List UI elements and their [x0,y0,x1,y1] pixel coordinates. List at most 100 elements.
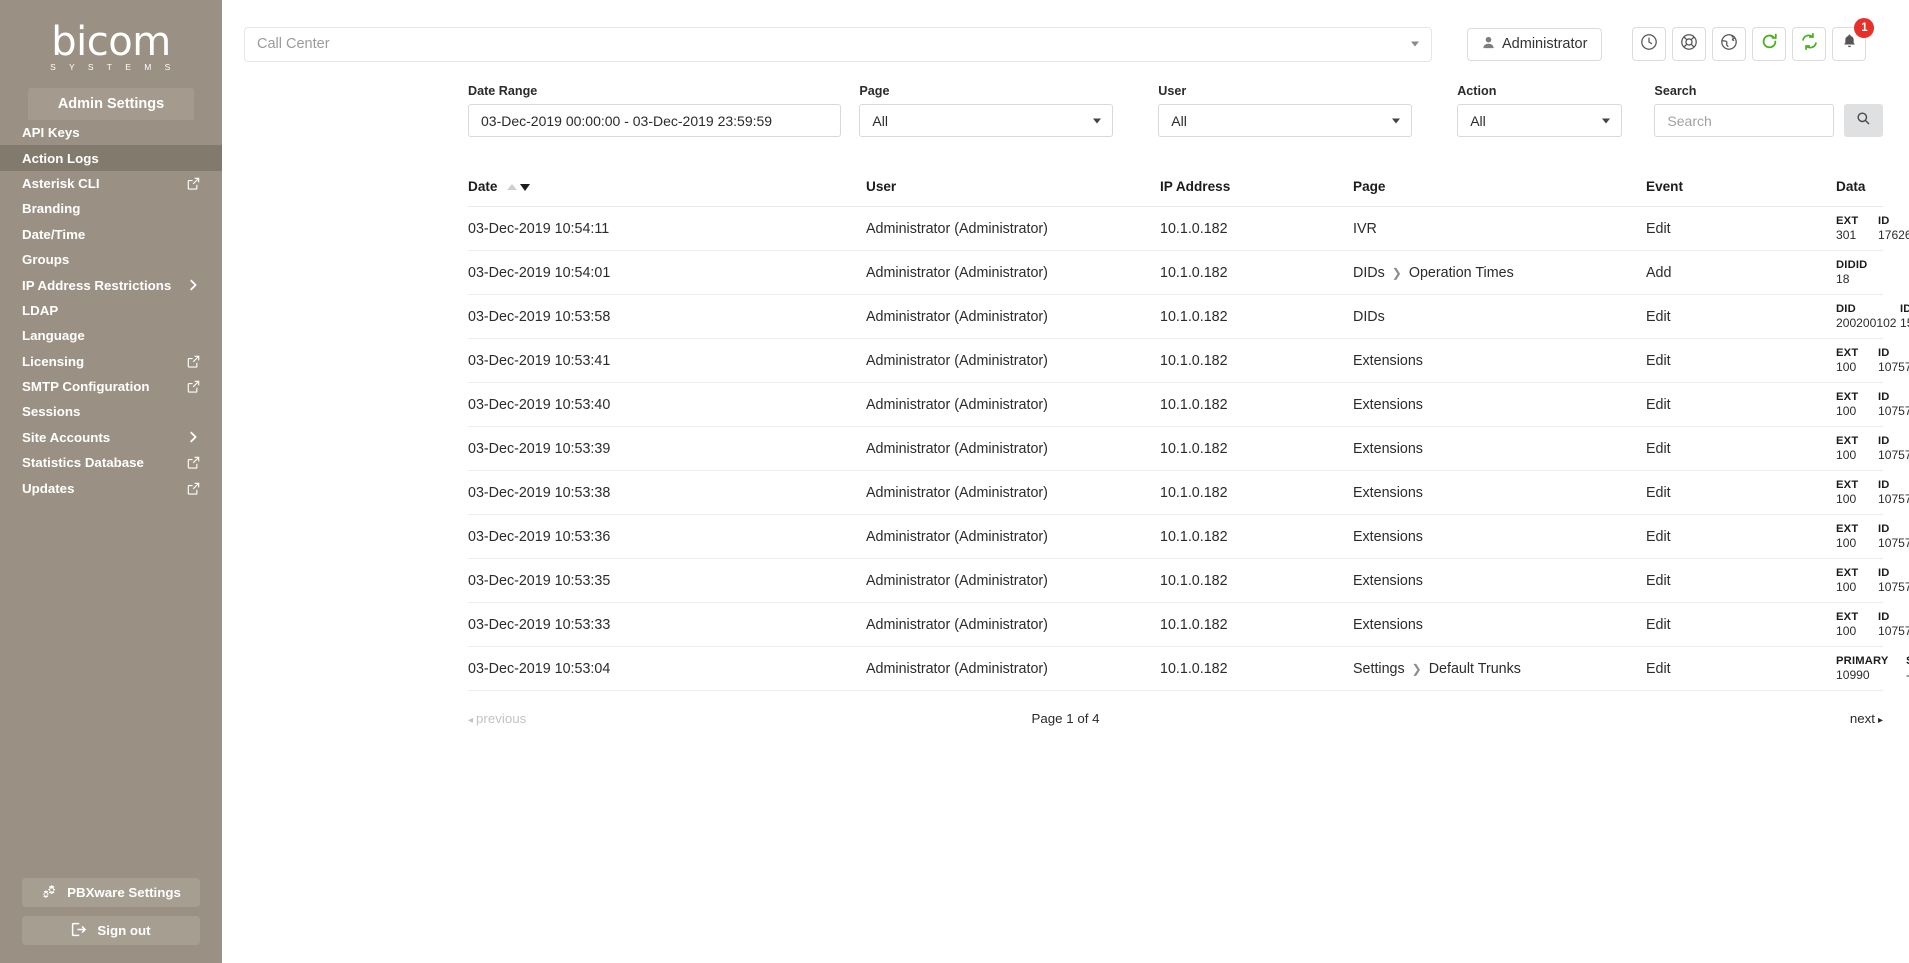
column-header-date[interactable]: Date [468,179,866,207]
column-header-event[interactable]: Event [1646,179,1836,207]
user-filter-select[interactable]: All [1158,104,1413,137]
table-row[interactable]: 03-Dec-2019 10:54:11 Administrator (Admin… [468,206,1909,251]
cell-date: 03-Dec-2019 10:53:40 [468,382,866,427]
breadcrumb-segment: Default Trunks [1428,660,1521,677]
table-row[interactable]: 03-Dec-2019 10:53:36 Administrator (Admin… [468,514,1909,559]
sort-asc-icon[interactable] [507,184,518,191]
breadcrumb-segment: Extensions [1353,616,1423,633]
globe-icon-button[interactable] [1712,27,1747,61]
brand-logo[interactable]: bicom S Y S T E M S [0,0,222,88]
cell-page: DIDs [1353,294,1646,339]
table-row[interactable]: 03-Dec-2019 10:53:58 Administrator (Admin… [468,294,1909,339]
chevron-down-icon [1392,118,1401,123]
cell-user: Administrator (Administrator) [866,426,1160,471]
cell-data: DID200200102ID15 [1836,294,1909,339]
sidebar-item-groups[interactable]: Groups [0,247,222,272]
table-row[interactable]: 03-Dec-2019 10:53:04 Administrator (Admin… [468,646,1909,691]
sidebar-item-ip-address-restrictions[interactable]: IP Address Restrictions [0,272,222,297]
column-header-data[interactable]: Data [1836,179,1883,207]
sidebar-item-updates[interactable]: Updates [0,475,222,500]
sidebar-item-date-time[interactable]: Date/Time [0,222,222,247]
filter-date-range: Date Range 03-Dec-2019 00:00:00 - 03-Dec… [468,84,842,137]
cell-user: Administrator (Administrator) [866,338,1160,383]
filter-row: Date Range 03-Dec-2019 00:00:00 - 03-Dec… [468,84,1883,137]
toolbar-icon-group: 1 [1632,18,1875,61]
cell-page: Extensions [1353,338,1646,383]
sidebar-item-label: IP Address Restrictions [22,277,172,293]
sort-indicator[interactable] [507,183,531,191]
cell-date: 03-Dec-2019 10:53:58 [468,294,866,339]
cell-data: EXT 100 ID 10757 [1836,470,1909,515]
data-pair-group: EXT 100 ID 10757 [1836,347,1909,374]
table-row[interactable]: 03-Dec-2019 10:53:38 Administrator (Admin… [468,470,1909,515]
cell-ip-address: 10.1.0.182 [1160,514,1353,559]
previous-page-button[interactable]: ◂ previous [468,711,526,726]
breadcrumb-segment: DIDs [1353,308,1385,325]
search-input[interactable]: Search [1654,104,1834,137]
data-pair-key: ID [1878,215,1890,227]
column-header-user[interactable]: User [866,179,1160,207]
table-row[interactable]: 03-Dec-2019 10:53:41 Administrator (Admin… [468,338,1909,383]
action-logs-table: Date User IP Address Page Event Data 03-… [468,179,1909,691]
data-pair-value: 10757 [1878,360,1909,374]
sidebar-item-smtp-configuration[interactable]: SMTP Configuration [0,374,222,399]
sidebar-item-action-logs[interactable]: Action Logs [0,145,222,171]
reload-icon-button[interactable] [1752,27,1787,61]
sidebar-item-site-accounts[interactable]: Site Accounts [0,425,222,450]
data-pair-key: EXT [1836,347,1859,359]
cell-ip-address: 10.1.0.182 [1160,558,1353,603]
sidebar-item-language[interactable]: Language [0,323,222,348]
pbxware-settings-button[interactable]: PBXware Settings [22,878,200,907]
sidebar-item-label: Sessions [22,404,81,420]
data-pair-value: 100 [1836,492,1857,506]
sidebar-item-sessions[interactable]: Sessions [0,399,222,424]
sidebar-item-statistics-database[interactable]: Statistics Database [0,450,222,475]
cell-date: 03-Dec-2019 10:53:41 [468,338,866,383]
sidebar-item-asterisk-cli[interactable]: Asterisk CLI [0,171,222,196]
arrow-right-icon: ▸ [1877,715,1883,726]
table-row[interactable]: 03-Dec-2019 10:53:35 Administrator (Admin… [468,558,1909,603]
sidebar-item-label: Asterisk CLI [22,175,100,191]
cell-event: Edit [1646,338,1836,383]
sidebar-item-licensing[interactable]: Licensing [0,349,222,374]
data-pair: EXT 100 [1836,567,1878,594]
cell-date: 03-Dec-2019 10:53:04 [468,646,866,691]
user-menu-button[interactable]: Administrator [1467,27,1603,61]
notifications-button[interactable]: 1 [1832,18,1875,61]
sidebar-item-api-keys[interactable]: API Keys [0,120,222,145]
breadcrumb-separator-icon: ❯ [1391,265,1402,280]
clock-icon-button[interactable] [1632,27,1667,61]
column-header-ip-address[interactable]: IP Address [1160,179,1353,207]
sidebar-item-branding[interactable]: Branding [0,196,222,221]
data-pair-key: ID [1900,303,1909,315]
cell-user: Administrator (Administrator) [866,558,1160,603]
sort-desc-icon[interactable] [520,183,531,191]
chevron-right-icon [186,431,200,443]
data-pair-group: EXT 100 ID 10757 [1836,435,1909,462]
table-row[interactable]: 03-Dec-2019 10:53:39 Administrator (Admin… [468,426,1909,471]
cell-ip-address: 10.1.0.182 [1160,426,1353,471]
lifebuoy-icon-button[interactable] [1672,27,1707,61]
search-submit-button[interactable] [1843,104,1883,137]
action-filter-label: Action [1457,84,1497,98]
action-filter-value: All [1470,112,1486,129]
next-page-button[interactable]: next ▸ [1850,711,1883,726]
sync-icon [1800,32,1819,56]
table-row[interactable]: 03-Dec-2019 10:53:40 Administrator (Admin… [468,382,1909,427]
table-row[interactable]: 03-Dec-2019 10:53:33 Administrator (Admin… [468,602,1909,647]
sync-icon-button[interactable] [1792,27,1827,61]
breadcrumb-segment: Extensions [1353,440,1423,457]
tenant-select[interactable]: Call Center [244,26,1432,62]
cell-data: EXT 100 ID 10757 [1836,382,1909,427]
cell-event: Edit [1646,514,1836,559]
action-filter-select[interactable]: All [1457,104,1623,137]
table-row[interactable]: 03-Dec-2019 10:54:01 Administrator (Admin… [468,250,1883,295]
sidebar-item-ldap[interactable]: LDAP [0,298,222,323]
sidebar-item-label: Groups [22,252,70,268]
date-range-input[interactable]: 03-Dec-2019 00:00:00 - 03-Dec-2019 23:59… [468,104,842,137]
sign-out-button[interactable]: Sign out [22,916,200,945]
cell-user: Administrator (Administrator) [866,382,1160,427]
page-filter-select[interactable]: All [859,104,1114,137]
column-header-page[interactable]: Page [1353,179,1646,207]
data-pair-group: EXT 100 ID 10757 [1836,567,1909,594]
